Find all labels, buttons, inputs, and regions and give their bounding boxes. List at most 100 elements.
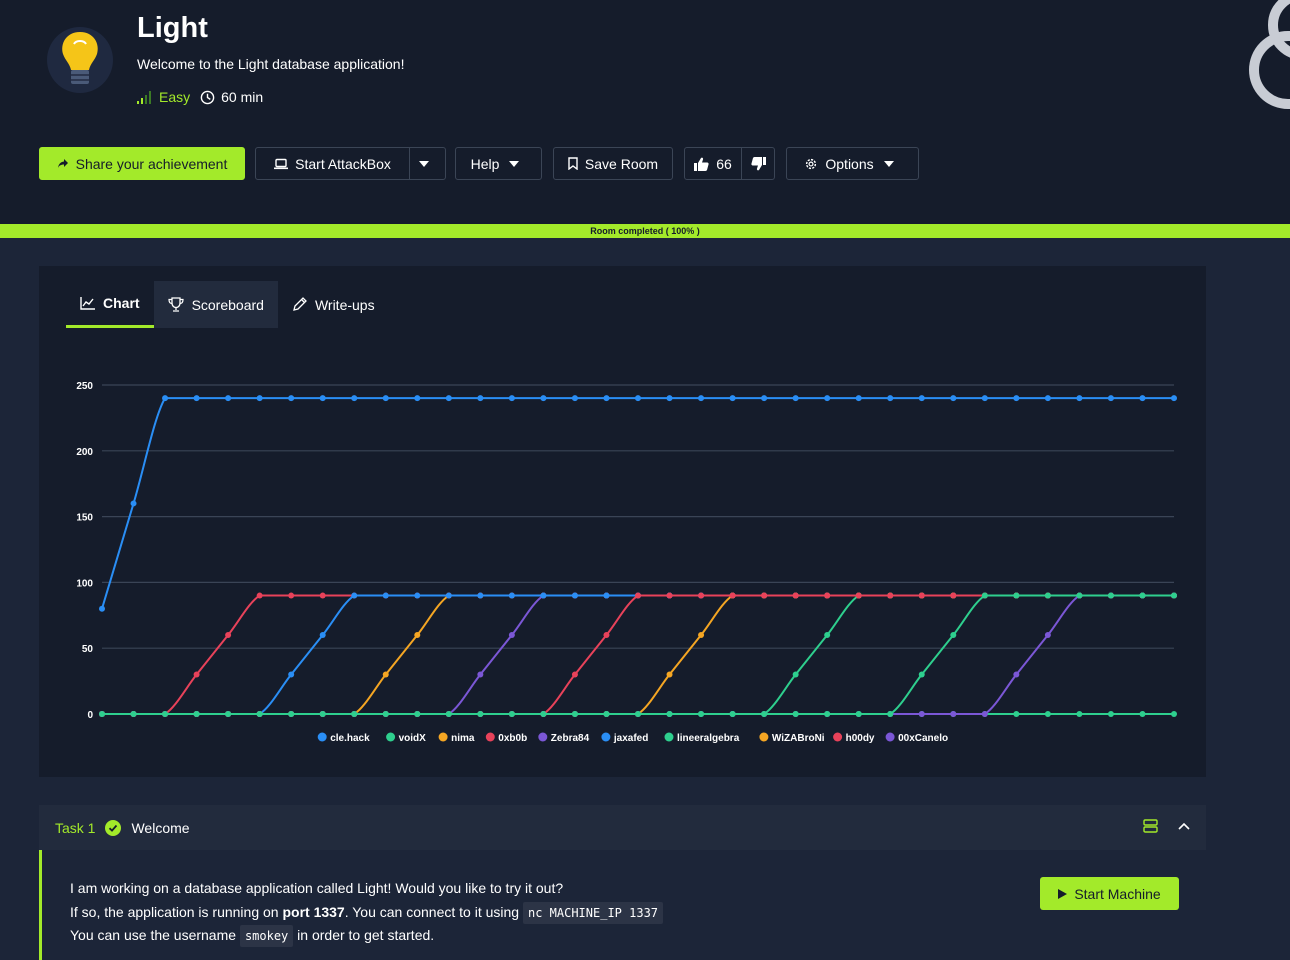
data-point (950, 632, 957, 639)
task-text-line-3: You can use the username smokey in order… (70, 925, 434, 947)
data-point (162, 395, 169, 402)
help-label: Help (470, 155, 500, 172)
data-point (792, 711, 799, 717)
series-line (102, 594, 1174, 715)
data-point (698, 632, 705, 639)
data-point (351, 711, 358, 717)
tab-chart[interactable]: Chart (66, 281, 154, 328)
legend-marker (438, 732, 448, 742)
data-point (351, 395, 358, 402)
data-point (950, 711, 957, 717)
y-tick-label: 150 (76, 513, 93, 524)
legend-marker (885, 732, 895, 742)
y-tick-label: 0 (87, 710, 93, 721)
data-point (540, 592, 547, 599)
data-point (571, 592, 578, 599)
legend-label: Zebra84 (551, 733, 590, 744)
data-point (761, 592, 768, 599)
chart-panel: 0 50 100 150 200 250 cle.hack voidX nima 0xb0b Zeb… (39, 266, 1206, 777)
data-point (887, 592, 894, 599)
data-point (508, 632, 515, 639)
room-progress-bar: Room completed ( 100% ) (0, 224, 1290, 238)
tab-scoreboard[interactable]: Scoreboard (153, 281, 278, 328)
data-point (729, 592, 736, 599)
data-point (288, 671, 295, 678)
data-point (1076, 711, 1083, 717)
data-point (1139, 592, 1146, 599)
data-point (193, 395, 200, 402)
data-point (1076, 395, 1083, 402)
data-point (887, 395, 894, 402)
start-machine-button[interactable]: Start Machine (1040, 877, 1179, 910)
task-number: Task 1 (55, 819, 96, 836)
data-point (761, 395, 768, 402)
options-label: Options (825, 155, 874, 172)
tab-chart-label: Chart (103, 295, 140, 311)
help-button[interactable]: Help (455, 147, 542, 180)
data-point (1044, 632, 1051, 639)
y-tick-label: 200 (76, 447, 93, 458)
data-point (824, 395, 831, 402)
data-point (824, 632, 831, 639)
data-point (1044, 711, 1051, 717)
data-point (414, 592, 421, 599)
data-point (981, 592, 988, 599)
like-count: 66 (716, 155, 732, 172)
connect-command-code: nc MACHINE_IP 1337 (522, 902, 664, 924)
data-point (540, 711, 547, 717)
legend-marker (386, 732, 396, 742)
data-point (1013, 711, 1020, 717)
data-point (99, 711, 105, 717)
data-point (950, 592, 957, 599)
data-point (1139, 395, 1146, 402)
task-header[interactable]: Task 1 Welcome (39, 805, 1206, 850)
share-label: Share your achievement (75, 155, 228, 172)
series-line (102, 594, 1174, 715)
legend-label: nima (451, 733, 475, 744)
y-tick-label: 250 (76, 381, 93, 392)
legend-marker (601, 732, 611, 742)
room-header: Light Welcome to the Light database appl… (0, 0, 1290, 224)
start-attackbox-button[interactable]: Start AttackBox (255, 147, 410, 180)
server-icon[interactable] (1143, 819, 1158, 833)
data-point (635, 395, 641, 402)
like-button[interactable]: 66 (684, 147, 742, 180)
data-point (729, 711, 736, 717)
data-point (1107, 592, 1114, 599)
legend-marker (485, 732, 495, 742)
save-room-button[interactable]: Save Room (553, 147, 673, 180)
legend-label: voidX (399, 733, 427, 744)
tab-write-ups[interactable]: Write-ups (278, 281, 389, 328)
data-point (288, 592, 295, 599)
data-point (1044, 592, 1051, 599)
options-button[interactable]: Options (786, 147, 919, 180)
chevron-up-icon[interactable] (1178, 822, 1190, 830)
data-point (288, 395, 295, 402)
data-point (981, 395, 988, 402)
data-point (792, 592, 799, 599)
data-point (1076, 592, 1083, 599)
data-point (1171, 592, 1177, 599)
trophy-icon (167, 297, 184, 312)
room-meta: Easy 60 min (137, 89, 263, 105)
data-point (477, 711, 484, 717)
data-point (382, 592, 389, 599)
lightbulb-icon (47, 27, 113, 93)
data-point (855, 395, 862, 402)
chart-tabs: Chart Scoreboard Write-ups (66, 281, 389, 328)
data-point (193, 671, 200, 678)
port-text: port 1337 (282, 904, 345, 920)
data-point (477, 592, 484, 599)
data-point (698, 592, 705, 599)
attackbox-dropdown-button[interactable] (409, 147, 446, 180)
data-point (319, 632, 326, 639)
data-point (729, 395, 736, 402)
caret-down-icon (883, 160, 894, 167)
y-tick-label: 100 (76, 578, 93, 589)
dislike-button[interactable] (741, 147, 775, 180)
share-achievement-button[interactable]: Share your achievement (39, 147, 245, 180)
data-point (603, 632, 610, 639)
data-point (887, 711, 894, 717)
data-point (256, 711, 263, 717)
clock-icon (200, 90, 215, 104)
